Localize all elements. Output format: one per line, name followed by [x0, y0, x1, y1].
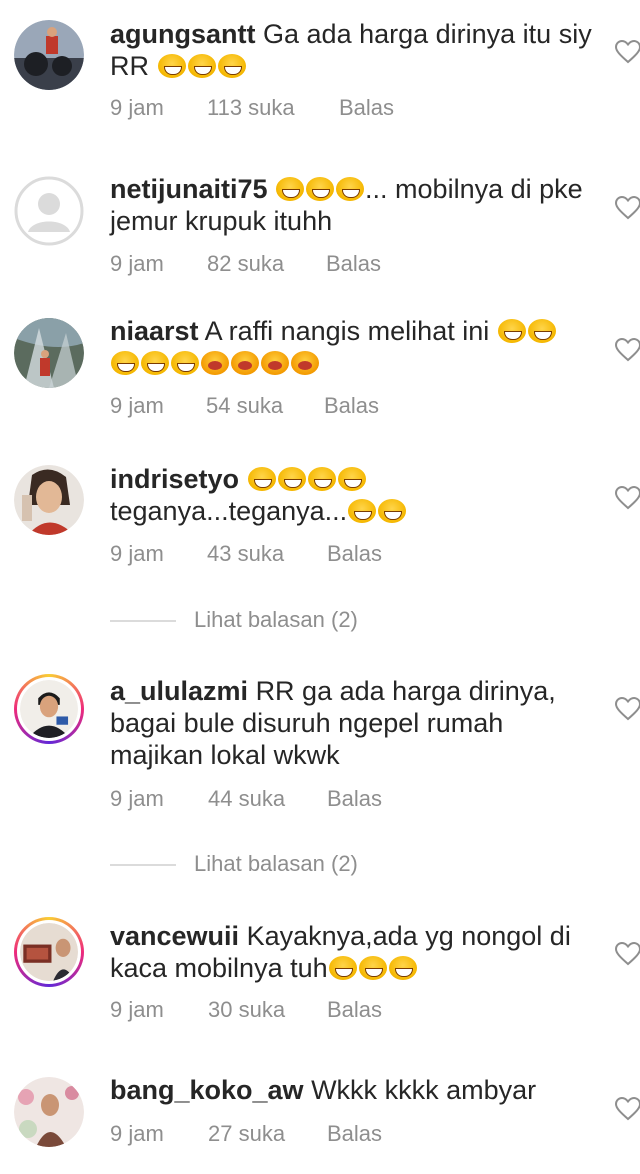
loudly-crying-emoji — [291, 351, 319, 375]
comment-time: 9 jam — [110, 786, 164, 811]
like-count[interactable]: 82 suka — [207, 251, 284, 277]
tears-of-joy-emoji — [527, 319, 556, 343]
default-avatar-icon — [14, 176, 84, 246]
heart-outline-icon[interactable] — [615, 942, 640, 966]
comment-body: vancewuii Kayaknya,ada yg nongol di kaca… — [110, 920, 605, 984]
tears-of-joy-emoji — [157, 54, 186, 78]
like-count[interactable]: 27 suka — [208, 1121, 285, 1147]
comment-body: a_ululazmi RR ga ada harga dirinya, baga… — [110, 675, 605, 771]
comment-text-line: jemur krupuk ituhh — [110, 206, 333, 236]
profile-photo — [14, 465, 84, 535]
comment-username[interactable]: agungsantt — [110, 19, 256, 49]
view-replies-label[interactable]: Lihat balasan (2) — [194, 851, 358, 877]
profile-photo — [20, 680, 78, 738]
tears-of-joy-emoji — [378, 499, 407, 523]
tears-of-joy-emoji — [307, 467, 336, 491]
comment-username[interactable]: indrisetyo — [110, 464, 239, 494]
comment-text: Wkkk kkkk ambyar — [311, 1075, 537, 1105]
comment-text: teganya...teganya... — [110, 496, 348, 526]
tears-of-joy-emoji — [247, 467, 276, 491]
reply-button[interactable]: Balas — [327, 786, 382, 812]
comment-time: 9 jam — [110, 997, 164, 1022]
like-count[interactable]: 43 suka — [207, 541, 284, 567]
tears-of-joy-emoji — [171, 351, 199, 375]
tears-of-joy-emoji — [111, 351, 139, 375]
like-count[interactable]: 30 suka — [208, 997, 285, 1023]
tears-of-joy-emoji — [187, 54, 216, 78]
comment-text-line: majikan lokal wkwk — [110, 740, 340, 770]
comment-time: 9 jam — [110, 541, 164, 566]
like-count[interactable]: 44 suka — [208, 786, 285, 812]
comment-text: ... mobilnya di pke — [365, 174, 583, 204]
avatar[interactable] — [14, 465, 84, 535]
loudly-crying-emoji — [201, 351, 229, 375]
avatar[interactable] — [14, 176, 84, 246]
heart-outline-icon[interactable] — [615, 338, 640, 362]
like-count[interactable]: 54 suka — [206, 393, 283, 419]
comment-username[interactable]: bang_koko_aw — [110, 1075, 304, 1105]
comment-username[interactable]: netijunaiti75 — [110, 174, 268, 204]
reply-button[interactable]: Balas — [327, 1121, 382, 1147]
comment-text: Kayaknya,ada yg nongol di — [246, 921, 571, 951]
avatar-with-story-ring[interactable] — [14, 917, 84, 987]
avatar[interactable] — [14, 1077, 84, 1147]
heart-outline-icon[interactable] — [615, 697, 640, 721]
profile-photo — [14, 20, 84, 90]
comment-body: indrisetyo teganya...teganya... — [110, 463, 605, 527]
view-replies-label[interactable]: Lihat balasan (2) — [194, 607, 358, 633]
avatar-with-story-ring[interactable] — [14, 674, 84, 744]
comment-username[interactable]: niaarst — [110, 316, 199, 346]
reply-button[interactable]: Balas — [326, 251, 381, 277]
comment-text-line: bagai bule disuruh ngepel rumah — [110, 708, 504, 738]
comment-time: 9 jam — [110, 1121, 164, 1146]
tears-of-joy-emoji — [141, 351, 169, 375]
tears-of-joy-emoji — [217, 54, 246, 78]
reply-button[interactable]: Balas — [324, 393, 379, 419]
comment-body: netijunaiti75 ... mobilnya di pke jemur … — [110, 173, 605, 237]
tears-of-joy-emoji — [337, 467, 366, 491]
loudly-crying-emoji — [261, 351, 289, 375]
tears-of-joy-emoji — [497, 319, 526, 343]
avatar[interactable] — [14, 318, 84, 388]
divider — [110, 864, 176, 866]
comment-username[interactable]: vancewuii — [110, 921, 239, 951]
profile-photo — [14, 1077, 84, 1147]
profile-photo — [20, 923, 78, 981]
like-count[interactable]: 113 suka — [207, 95, 295, 121]
reply-button[interactable]: Balas — [327, 997, 382, 1023]
tears-of-joy-emoji — [336, 177, 365, 201]
comment-text-line: kaca mobilnya tuh — [110, 953, 328, 983]
heart-outline-icon[interactable] — [615, 40, 640, 64]
comment-body: agungsantt Ga ada harga dirinya itu siy … — [110, 18, 605, 82]
heart-outline-icon[interactable] — [615, 486, 640, 510]
tears-of-joy-emoji — [306, 177, 335, 201]
comment-time: 9 jam — [110, 95, 164, 120]
comment-time: 9 jam — [110, 251, 164, 276]
comment-text: A raffi nangis melihat ini — [204, 316, 490, 346]
loudly-crying-emoji — [231, 351, 259, 375]
comment-username[interactable]: a_ululazmi — [110, 676, 248, 706]
comment-time: 9 jam — [110, 393, 164, 418]
comment-text: RR ga ada harga dirinya, — [255, 676, 556, 706]
tears-of-joy-emoji — [328, 956, 357, 980]
reply-button[interactable]: Balas — [339, 95, 394, 121]
profile-photo — [14, 318, 84, 388]
comment-body: niaarst A raffi nangis melihat ini — [110, 315, 605, 379]
tears-of-joy-emoji — [348, 499, 377, 523]
comment-body: bang_koko_aw Wkkk kkkk ambyar — [110, 1074, 605, 1106]
divider — [110, 620, 176, 622]
tears-of-joy-emoji — [358, 956, 387, 980]
heart-outline-icon[interactable] — [615, 1097, 640, 1121]
reply-button[interactable]: Balas — [327, 541, 382, 567]
avatar[interactable] — [14, 20, 84, 90]
tears-of-joy-emoji — [277, 467, 306, 491]
tears-of-joy-emoji — [388, 956, 417, 980]
heart-outline-icon[interactable] — [615, 196, 640, 220]
tears-of-joy-emoji — [276, 177, 305, 201]
